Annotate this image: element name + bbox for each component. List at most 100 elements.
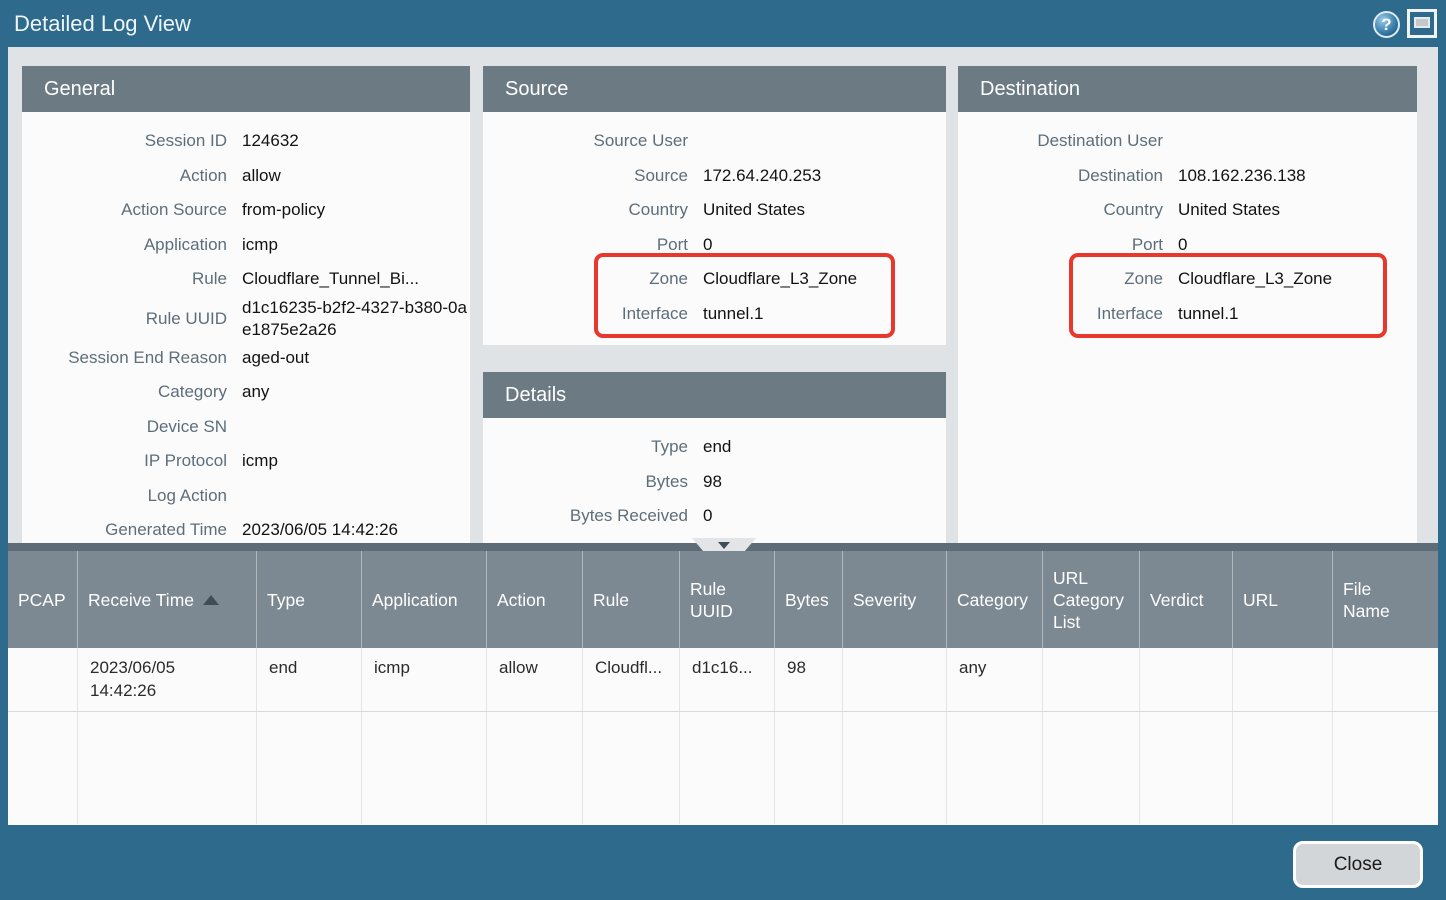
details-panel-header: Details bbox=[483, 372, 946, 418]
field-label: Zone bbox=[483, 269, 688, 289]
field-label: Log Action bbox=[22, 486, 227, 506]
column-header-rule-uuid[interactable]: Rule UUID bbox=[680, 551, 775, 648]
field-row-session-end-reason: Session End Reason aged-out bbox=[22, 341, 470, 376]
field-label: Country bbox=[958, 200, 1163, 220]
close-button[interactable]: Close bbox=[1293, 841, 1423, 888]
column-header-category[interactable]: Category bbox=[947, 551, 1043, 648]
field-value: Cloudflare_L3_Zone bbox=[703, 268, 928, 290]
cell-application: icmp bbox=[362, 648, 487, 711]
column-header-severity[interactable]: Severity bbox=[843, 551, 947, 648]
destination-panel: Destination Destination User Destination… bbox=[958, 66, 1417, 543]
general-panel-header: General bbox=[22, 66, 470, 112]
log-detail-panels: General Session ID 124632 Action allow Act… bbox=[8, 47, 1438, 543]
column-header-application[interactable]: Application bbox=[362, 551, 487, 648]
field-value: Cloudflare_L3_Zone bbox=[1178, 268, 1403, 290]
window-restore-glyph bbox=[1414, 17, 1430, 28]
field-label: Source bbox=[483, 166, 688, 186]
column-header-url[interactable]: URL bbox=[1233, 551, 1333, 648]
cell-rule-uuid: d1c16... bbox=[680, 648, 775, 711]
field-label: Destination User bbox=[958, 131, 1163, 151]
field-label: Port bbox=[958, 235, 1163, 255]
field-row-source: Source172.64.240.253 bbox=[483, 159, 946, 194]
field-label: Generated Time bbox=[22, 520, 227, 540]
field-row-port: Port 0 bbox=[958, 228, 1417, 263]
field-value: 98 bbox=[703, 471, 928, 493]
column-header-action[interactable]: Action bbox=[487, 551, 583, 648]
column-header-receive-time[interactable]: Receive Time bbox=[78, 551, 257, 648]
log-table-row[interactable]: 2023/06/05 14:42:26 end icmp allow Cloud… bbox=[8, 648, 1438, 712]
field-label: Source User bbox=[483, 131, 688, 151]
column-header-pcap[interactable]: PCAP bbox=[8, 551, 78, 648]
field-label: Action Source bbox=[22, 200, 227, 220]
field-value: allow bbox=[242, 165, 467, 187]
field-value: end bbox=[703, 436, 928, 458]
field-value: d1c16235-b2f2-4327-b380-0ae1875e2a26 bbox=[242, 297, 467, 341]
field-label: Bytes bbox=[483, 472, 688, 492]
field-label: Destination bbox=[958, 166, 1163, 186]
field-label: Type bbox=[483, 437, 688, 457]
field-row-action-source: Action Sourcefrom-policy bbox=[22, 193, 470, 228]
cell-url bbox=[1233, 648, 1333, 711]
empty-table-area bbox=[8, 712, 1438, 824]
field-label: IP Protocol bbox=[22, 451, 227, 471]
field-label: Session ID bbox=[22, 131, 227, 151]
field-row-country: CountryUnited States bbox=[483, 193, 946, 228]
field-row-destination-user: Destination User bbox=[958, 124, 1417, 159]
field-row-application: Applicationicmp bbox=[22, 228, 470, 263]
field-row-category: Categoryany bbox=[22, 375, 470, 410]
column-header-rule[interactable]: Rule bbox=[583, 551, 680, 648]
field-value: United States bbox=[1178, 199, 1403, 221]
field-value: 2023/06/05 14:42:26 bbox=[242, 519, 467, 541]
source-panel-header: Source bbox=[483, 66, 946, 112]
field-value: 124632 bbox=[242, 130, 467, 152]
field-row-bytes: Bytes 98 bbox=[483, 465, 946, 500]
field-row-bytes-received: Bytes Received0 bbox=[483, 499, 946, 534]
field-label: Rule UUID bbox=[22, 309, 227, 329]
cell-pcap bbox=[8, 648, 78, 711]
field-row-zone: Zone Cloudflare_L3_Zone bbox=[958, 262, 1417, 297]
field-label: Rule bbox=[22, 269, 227, 289]
field-row-ip-protocol: IP Protocolicmp bbox=[22, 444, 470, 479]
field-value: tunnel.1 bbox=[703, 303, 928, 325]
field-value: 0 bbox=[1178, 234, 1403, 256]
field-row-rule-uuid: Rule UUID d1c16235-b2f2-4327-b380-0ae1875… bbox=[22, 297, 470, 341]
field-row-log-action: Log Action bbox=[22, 479, 470, 514]
field-row-interface: Interfacetunnel.1 bbox=[483, 297, 946, 332]
window-restore-icon[interactable] bbox=[1407, 9, 1437, 38]
log-table-body: 2023/06/05 14:42:26 end icmp allow Cloud… bbox=[8, 648, 1438, 825]
field-row-zone: Zone Cloudflare_L3_Zone bbox=[483, 262, 946, 297]
field-value: aged-out bbox=[242, 347, 467, 369]
field-label: Zone bbox=[958, 269, 1163, 289]
field-row-port: Port0 bbox=[483, 228, 946, 263]
field-label: Bytes Received bbox=[483, 506, 688, 526]
cell-type: end bbox=[257, 648, 362, 711]
field-row-rule: Rule Cloudflare_Tunnel_Bi... bbox=[22, 262, 470, 297]
field-value: Cloudflare_Tunnel_Bi... bbox=[242, 268, 467, 290]
field-label: Port bbox=[483, 235, 688, 255]
field-value: 108.162.236.138 bbox=[1178, 165, 1403, 187]
column-header-bytes[interactable]: Bytes bbox=[775, 551, 843, 648]
cell-category: any bbox=[947, 648, 1043, 711]
cell-verdict bbox=[1140, 648, 1233, 711]
column-header-verdict[interactable]: Verdict bbox=[1140, 551, 1233, 648]
field-value: United States bbox=[703, 199, 928, 221]
column-header-url-category-list[interactable]: URL Category List bbox=[1043, 551, 1140, 648]
collapse-down-icon bbox=[718, 542, 730, 549]
field-label: Session End Reason bbox=[22, 348, 227, 368]
dialog-title: Detailed Log View bbox=[14, 11, 191, 37]
field-value: tunnel.1 bbox=[1178, 303, 1403, 325]
cell-severity bbox=[843, 648, 947, 711]
field-value: icmp bbox=[242, 234, 467, 256]
log-table-header: PCAP Receive Time Type Application Actio… bbox=[8, 551, 1438, 648]
field-row-source-user: Source User bbox=[483, 124, 946, 159]
field-row-session-id: Session ID 124632 bbox=[22, 124, 470, 159]
column-header-file-name[interactable]: File Name bbox=[1333, 551, 1438, 648]
field-label: Action bbox=[22, 166, 227, 186]
cell-receive-time: 2023/06/05 14:42:26 bbox=[78, 648, 257, 711]
cell-bytes: 98 bbox=[775, 648, 843, 711]
cell-rule: Cloudfl... bbox=[583, 648, 680, 711]
field-row-destination: Destination 108.162.236.138 bbox=[958, 159, 1417, 194]
help-icon[interactable]: ? bbox=[1373, 11, 1400, 38]
field-value: any bbox=[242, 381, 467, 403]
column-header-type[interactable]: Type bbox=[257, 551, 362, 648]
